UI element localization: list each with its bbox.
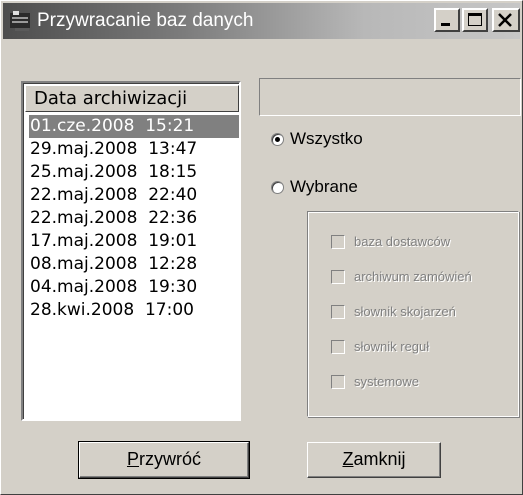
close-accelerator: Z xyxy=(342,449,354,469)
list-item[interactable]: 08.maj.2008 12:28 xyxy=(29,253,239,276)
list-item[interactable]: 22.maj.2008 22:36 xyxy=(29,207,239,230)
restore-button[interactable]: Przywróć xyxy=(78,441,250,479)
checkbox-supplier-db[interactable]: baza dostawców xyxy=(331,234,450,249)
window-title: Przywracanie baz danych xyxy=(37,10,254,31)
checkbox-icon xyxy=(331,374,345,389)
backup-date-list[interactable]: Data archiwizacji 01.cze.2008 15:21 29.m… xyxy=(21,81,241,421)
radio-all[interactable]: Wszystko xyxy=(271,129,363,149)
list-item[interactable]: 17.maj.2008 19:01 xyxy=(29,230,239,253)
close-window-button[interactable] xyxy=(492,8,520,32)
radio-all-label: Wszystko xyxy=(290,129,363,148)
minimize-icon xyxy=(441,23,450,26)
restore-accelerator: P xyxy=(126,449,139,469)
list-item[interactable]: 22.maj.2008 22:40 xyxy=(29,184,239,207)
status-field[interactable] xyxy=(259,78,521,116)
minimize-button[interactable] xyxy=(434,8,460,32)
radio-unchecked-icon xyxy=(271,180,284,194)
app-icon xyxy=(10,11,30,31)
close-label: amknij xyxy=(353,449,406,469)
checkbox-label: słownik skojarzeń xyxy=(354,304,456,319)
checkbox-label: baza dostawców xyxy=(354,234,451,249)
list-item[interactable]: 25.maj.2008 18:15 xyxy=(29,161,239,184)
list-rows: 01.cze.2008 15:21 29.maj.2008 13:47 25.m… xyxy=(29,115,239,322)
radio-checked-icon xyxy=(271,132,284,146)
checkbox-icon xyxy=(331,304,345,319)
maximize-icon xyxy=(468,13,482,26)
radio-selected-label: Wybrane xyxy=(290,177,358,196)
radio-selected[interactable]: Wybrane xyxy=(271,177,358,197)
checkbox-label: systemowe xyxy=(354,374,420,389)
checkbox-icon xyxy=(331,339,345,354)
list-item[interactable]: 28.kwi.2008 17:00 xyxy=(29,299,239,322)
checkbox-label: archiwum zamówień xyxy=(354,269,472,284)
checkbox-icon xyxy=(331,269,345,284)
list-column-header[interactable]: Data archiwizacji xyxy=(25,85,239,112)
checkbox-system[interactable]: systemowe xyxy=(331,374,419,389)
restore-databases-dialog: Przywracanie baz danych Data archiwizacj… xyxy=(0,0,523,495)
restore-label: rzywróć xyxy=(139,449,201,469)
checkbox-label: słownik reguł xyxy=(354,339,430,354)
close-icon xyxy=(498,13,512,27)
list-item[interactable]: 04.maj.2008 19:30 xyxy=(29,276,239,299)
checkbox-icon xyxy=(331,234,345,249)
checkbox-order-archive[interactable]: archiwum zamówień xyxy=(331,269,472,284)
title-bar[interactable]: Przywracanie baz danych xyxy=(3,3,520,39)
list-item[interactable]: 29.maj.2008 13:47 xyxy=(29,138,239,161)
maximize-button[interactable] xyxy=(462,8,488,32)
checkbox-association-dictionary[interactable]: słownik skojarzeń xyxy=(331,304,456,319)
list-item[interactable]: 01.cze.2008 15:21 xyxy=(29,115,239,138)
close-button[interactable]: Zamknij xyxy=(307,442,441,478)
checkbox-rule-dictionary[interactable]: słownik reguł xyxy=(331,339,429,354)
